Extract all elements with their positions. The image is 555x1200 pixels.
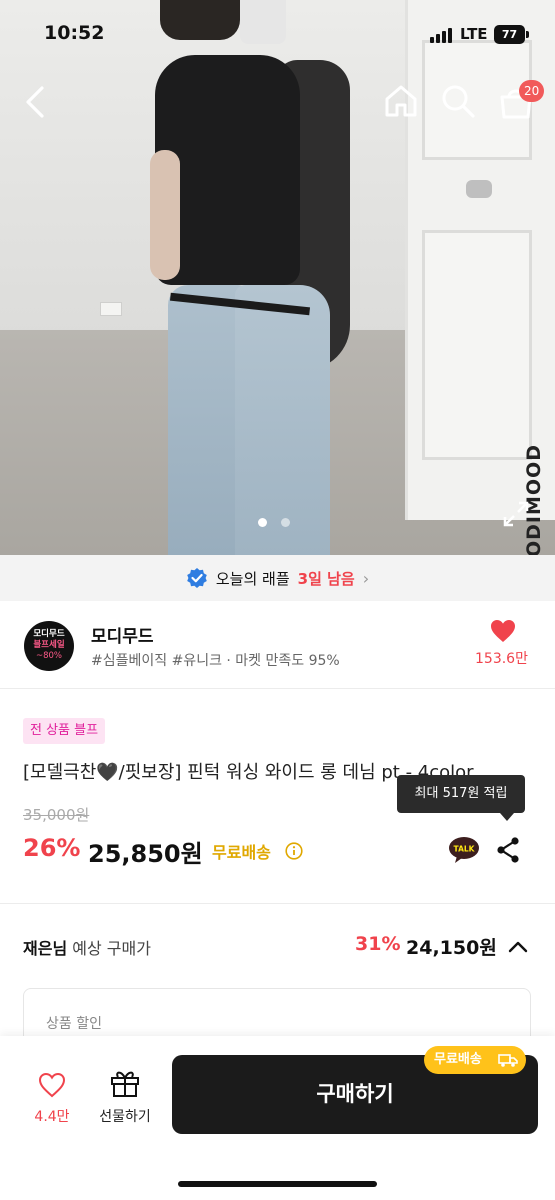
raffle-label: 오늘의 래플 bbox=[215, 569, 290, 588]
like-count: 4.4만 bbox=[34, 1109, 70, 1125]
gift-button[interactable]: 선물하기 bbox=[92, 1068, 158, 1126]
free-shipping-chip: 무료배송 bbox=[424, 1046, 526, 1074]
image-outlet bbox=[100, 302, 122, 316]
chevron-right-icon: › bbox=[362, 568, 370, 588]
carousel-dot[interactable] bbox=[281, 518, 290, 527]
sale-price: 25,850원 bbox=[88, 840, 203, 868]
free-shipping-label: 무료배송 bbox=[212, 843, 271, 862]
info-icon[interactable] bbox=[285, 842, 303, 860]
verified-check-icon bbox=[187, 568, 207, 588]
model-figure bbox=[150, 0, 350, 555]
back-icon[interactable] bbox=[22, 84, 52, 120]
section-divider bbox=[0, 903, 555, 904]
door-panel bbox=[422, 230, 532, 460]
signal-icon bbox=[430, 27, 452, 43]
carousel-dots bbox=[258, 518, 290, 527]
door-knob bbox=[466, 180, 492, 198]
battery-cap bbox=[526, 31, 529, 38]
gift-icon bbox=[111, 1071, 139, 1097]
status-bar: 10:52 LTE 77 bbox=[0, 0, 555, 70]
cart-count-badge: 20 bbox=[519, 80, 545, 102]
points-tooltip: 최대 517원 적립 bbox=[397, 775, 525, 821]
heart-outline-icon bbox=[38, 1072, 66, 1098]
model-jeans-right bbox=[235, 285, 330, 555]
model-arm bbox=[150, 150, 180, 280]
kakao-talk-icon[interactable]: TALK bbox=[448, 836, 480, 864]
home-icon[interactable] bbox=[383, 83, 419, 119]
discount-rate: 26% bbox=[23, 834, 81, 862]
battery-icon: 77 bbox=[494, 25, 525, 44]
expected-discount-rate: 31% bbox=[355, 933, 401, 955]
raffle-remaining: 3일 남음 bbox=[297, 569, 355, 588]
like-button[interactable]: 4.4만 bbox=[30, 1072, 74, 1126]
shop-heart-icon[interactable] bbox=[490, 619, 516, 643]
discount-detail-label: 상품 할인 bbox=[46, 1016, 102, 1032]
shop-like-count: 153.6만 bbox=[475, 651, 528, 667]
user-name: 재은님 bbox=[23, 939, 68, 958]
shop-name[interactable]: 모디무드 bbox=[91, 622, 154, 647]
sale-badge: 전 상품 블프 bbox=[23, 718, 106, 744]
expected-price: 24,150원 bbox=[406, 937, 497, 959]
shop-tags: #심플베이직 #유니크 · 마켓 만족도 95% bbox=[91, 653, 340, 669]
share-icon[interactable] bbox=[496, 836, 520, 864]
status-time: 10:52 bbox=[44, 22, 105, 44]
original-price: 35,000원 bbox=[23, 806, 90, 824]
brand-watermark: ODIMOOD bbox=[523, 444, 545, 555]
truck-icon bbox=[498, 1054, 518, 1067]
home-indicator bbox=[178, 1181, 377, 1187]
chevron-up-icon[interactable] bbox=[506, 935, 530, 959]
network-label: LTE bbox=[460, 25, 488, 43]
expand-icon[interactable] bbox=[502, 500, 530, 528]
shop-logo[interactable]: 모디무드 블프세일 ~80% bbox=[24, 621, 74, 671]
gift-label: 선물하기 bbox=[99, 1109, 151, 1125]
svg-text:TALK: TALK bbox=[454, 845, 476, 854]
carousel-dot-active[interactable] bbox=[258, 518, 267, 527]
raffle-banner[interactable]: 오늘의 래플 3일 남음 › bbox=[0, 555, 555, 601]
expected-price-label: 재은님 예상 구매가 bbox=[23, 939, 151, 958]
search-icon[interactable] bbox=[440, 83, 476, 119]
shop-row[interactable]: 모디무드 블프세일 ~80% 모디무드 #심플베이직 #유니크 · 마켓 만족도… bbox=[0, 601, 555, 689]
